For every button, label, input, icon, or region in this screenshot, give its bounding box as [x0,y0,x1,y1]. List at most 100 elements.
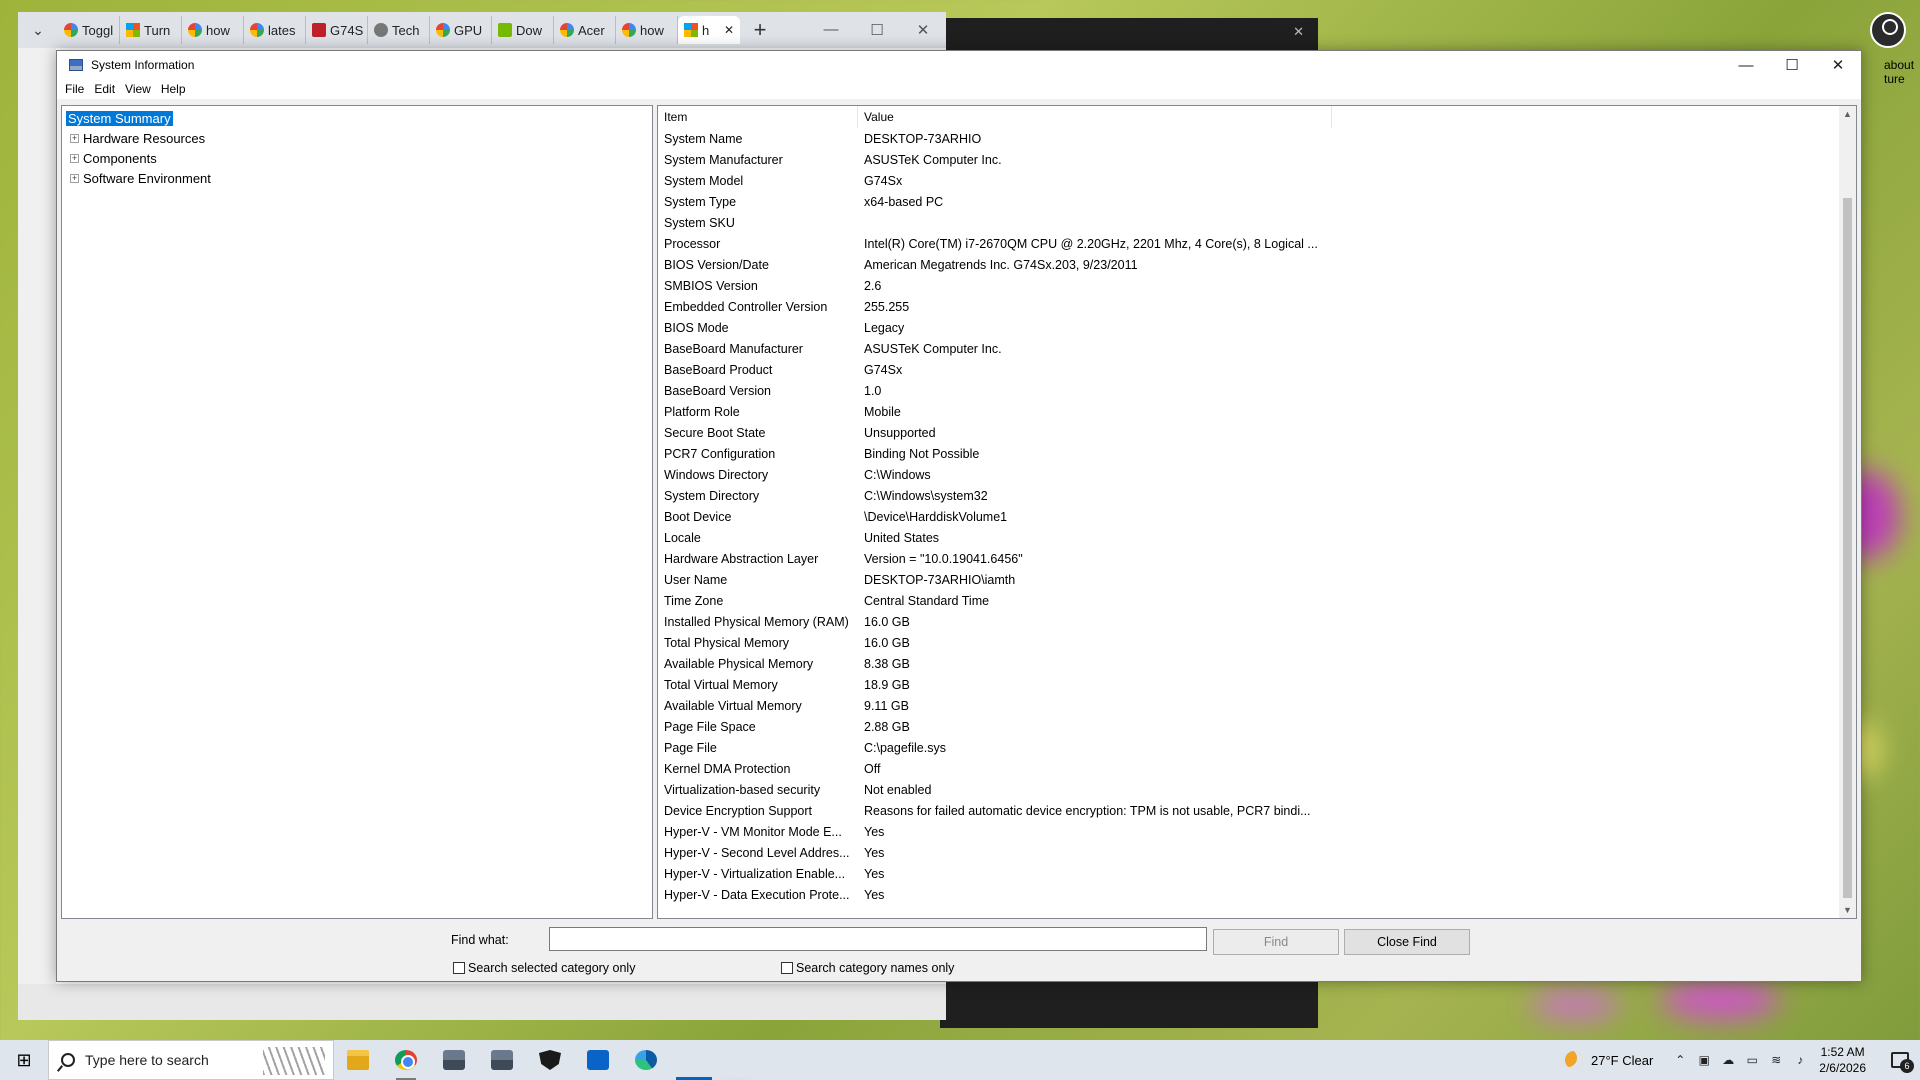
tree-item-components[interactable]: + Components [66,148,648,168]
list-row[interactable]: Total Virtual Memory 18.9 GB [658,674,1856,695]
find-button[interactable]: Find [1213,929,1339,955]
list-row[interactable]: SMBIOS Version 2.6 [658,275,1856,296]
list-row[interactable]: Hardware Abstraction Layer Version = "10.… [658,548,1856,569]
list-row[interactable]: BaseBoard Version 1.0 [658,380,1856,401]
user-account-icon[interactable] [1870,12,1906,48]
list-row[interactable]: PCR7 Configuration Binding Not Possible [658,443,1856,464]
taskbar-system-information[interactable] [670,1040,718,1080]
category-tree[interactable]: System Summary + Hardware Resources + Compon… [61,105,653,919]
menu-edit[interactable]: Edit [94,82,123,96]
taskbar-outlook[interactable] [574,1040,622,1080]
find-what-input[interactable] [549,927,1207,951]
column-header-item[interactable]: Item [658,106,858,128]
tree-expand-icon[interactable]: + [70,173,79,183]
list-row[interactable]: Page File Space 2.88 GB [658,716,1856,737]
list-row[interactable]: Secure Boot State Unsupported [658,422,1856,443]
list-row[interactable]: Virtualization-based security Not enabled [658,779,1856,800]
wifi-icon[interactable]: ≋ [1769,1053,1783,1067]
browser-maximize-icon[interactable]: ☐ [854,21,900,39]
tree-expand-icon[interactable]: + [70,133,79,143]
list-row[interactable]: Kernel DMA Protection Off [658,758,1856,779]
taskbar-chrome[interactable] [382,1040,430,1080]
list-row[interactable]: Device Encryption Support Reasons for fai… [658,800,1856,821]
list-row[interactable]: Windows Directory C:\Windows [658,464,1856,485]
meet-now-icon[interactable]: ▣ [1697,1053,1711,1067]
start-button[interactable]: ⊞ [0,1040,48,1080]
browser-tab[interactable]: Tech [368,16,430,44]
list-row[interactable]: Available Physical Memory 8.38 GB [658,653,1856,674]
browser-minimize-icon[interactable]: — [808,21,854,39]
browser-tab[interactable]: GPU [430,16,492,44]
list-row[interactable]: Processor Intel(R) Core(TM) i7-2670QM CPU… [658,233,1856,254]
search-category-names-checkbox[interactable]: Search category names only [781,961,954,975]
tab-close-icon[interactable]: ✕ [724,23,734,37]
close-icon[interactable]: ✕ [1815,51,1861,79]
tree-item-software-environment[interactable]: + Software Environment [66,168,648,188]
taskbar-app-2[interactable] [478,1040,526,1080]
tree-expand-icon[interactable]: + [70,153,79,163]
minimize-icon[interactable]: — [1723,51,1769,79]
menu-file[interactable]: File [65,82,92,96]
weather-widget[interactable]: 27°F Clear [1565,1051,1653,1069]
tree-item-hardware-resources[interactable]: + Hardware Resources [66,128,648,148]
cloud-icon[interactable]: ☁ [1721,1053,1735,1067]
list-row[interactable]: System Model G74Sx [658,170,1856,191]
list-row[interactable]: System Type x64-based PC [658,191,1856,212]
list-row[interactable]: BIOS Mode Legacy [658,317,1856,338]
list-row[interactable]: Embedded Controller Version 255.255 [658,296,1856,317]
list-row[interactable]: System SKU [658,212,1856,233]
taskbar-edge[interactable] [622,1040,670,1080]
browser-tab[interactable]: Toggl [58,16,120,44]
menu-view[interactable]: View [125,82,159,96]
list-row[interactable]: System Directory C:\Windows\system32 [658,485,1856,506]
checkbox-box[interactable] [781,962,793,974]
browser-close-icon[interactable]: ✕ [900,21,946,39]
column-header-value[interactable]: Value [858,106,1332,128]
details-list[interactable]: Item Value System Name DESKTOP-73ARHIO Sys… [657,105,1857,919]
maximize-icon[interactable]: ☐ [1769,51,1815,79]
new-tab-plus-icon[interactable]: + [740,17,780,43]
list-row[interactable]: Time Zone Central Standard Time [658,590,1856,611]
clock[interactable]: 1:52 AM 2/6/2026 [1819,1044,1866,1076]
list-row[interactable]: Hyper-V - Second Level Addres... Yes [658,842,1856,863]
scroll-up-icon[interactable]: ▲ [1839,106,1856,122]
volume-icon[interactable]: ♪ [1793,1053,1807,1067]
browser-tab[interactable]: how [616,16,678,44]
list-row[interactable]: Available Virtual Memory 9.11 GB [658,695,1856,716]
list-row[interactable]: Hyper-V - Virtualization Enable... Yes [658,863,1856,884]
search-selected-category-checkbox[interactable]: Search selected category only [453,961,635,975]
taskbar-search-box[interactable]: Type here to search [48,1040,334,1080]
list-row[interactable]: User Name DESKTOP-73ARHIO\iamth [658,569,1856,590]
checkbox-box[interactable] [453,962,465,974]
list-row[interactable]: BIOS Version/Date American Megatrends Inc… [658,254,1856,275]
menu-help[interactable]: Help [161,82,194,96]
browser-tab[interactable]: Turn [120,16,182,44]
browser-tab[interactable]: Acer [554,16,616,44]
list-row[interactable]: Page File C:\pagefile.sys [658,737,1856,758]
list-row[interactable]: Hyper-V - VM Monitor Mode E... Yes [658,821,1856,842]
close-find-button[interactable]: Close Find [1344,929,1470,955]
list-row[interactable]: System Name DESKTOP-73ARHIO [658,128,1856,149]
chevron-up-icon[interactable]: ⌃ [1673,1053,1687,1067]
list-row[interactable]: Locale United States [658,527,1856,548]
list-row[interactable]: Total Physical Memory 16.0 GB [658,632,1856,653]
list-row[interactable]: Installed Physical Memory (RAM) 16.0 GB [658,611,1856,632]
browser-tab[interactable]: Dow [492,16,554,44]
background-close-icon[interactable]: ✕ [1293,24,1304,40]
list-row[interactable]: BaseBoard Product G74Sx [658,359,1856,380]
list-row[interactable]: Hyper-V - Data Execution Prote... Yes [658,884,1856,905]
scroll-down-icon[interactable]: ▼ [1839,902,1856,918]
browser-tab[interactable]: G74S [306,16,368,44]
battery-icon[interactable]: ▭ [1745,1053,1759,1067]
browser-tab[interactable]: how [182,16,244,44]
scrollbar-thumb[interactable] [1843,198,1852,898]
list-row[interactable]: Boot Device \Device\HarddiskVolume1 [658,506,1856,527]
notification-center[interactable]: 6 [1880,1040,1920,1080]
taskbar-app-1[interactable] [430,1040,478,1080]
tab-search-chevron-icon[interactable]: ⌄ [18,22,58,39]
taskbar-file-explorer[interactable] [334,1040,382,1080]
list-row[interactable]: BaseBoard Manufacturer ASUSTeK Computer I… [658,338,1856,359]
list-row[interactable]: Platform Role Mobile [658,401,1856,422]
list-row[interactable]: System Manufacturer ASUSTeK Computer Inc. [658,149,1856,170]
browser-tab[interactable]: lates [244,16,306,44]
